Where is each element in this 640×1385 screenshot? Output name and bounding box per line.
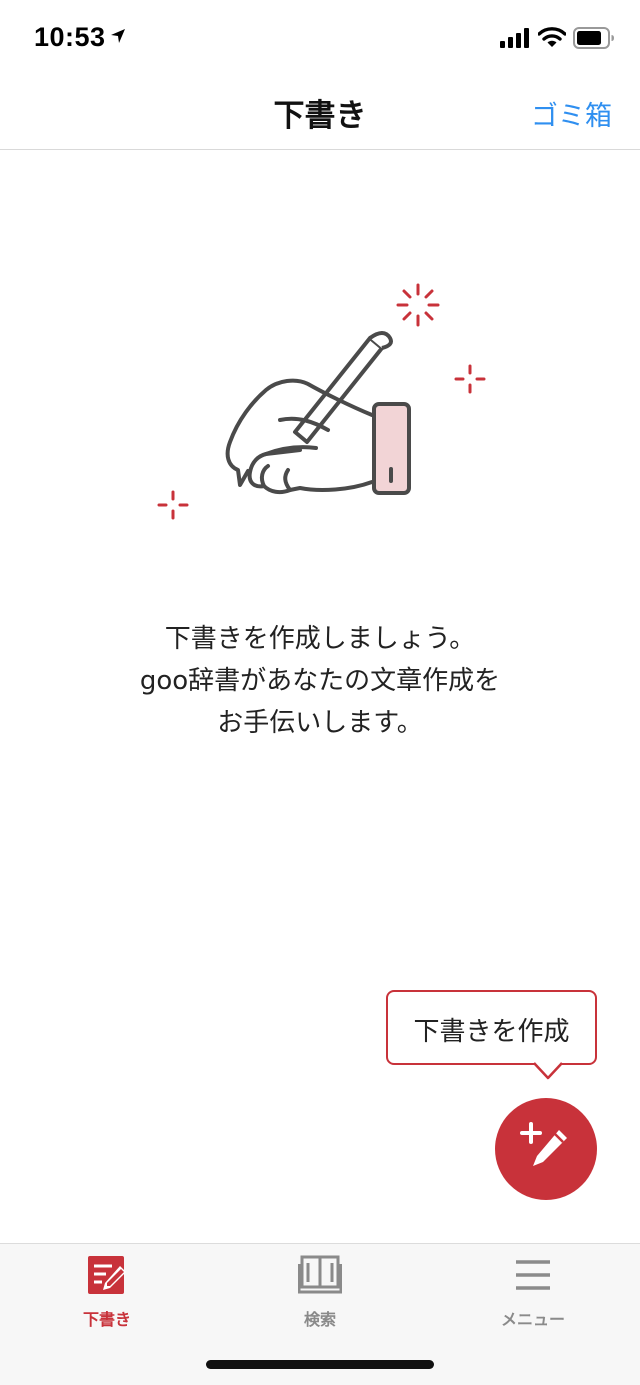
tab-search[interactable]: 検索 (260, 1254, 380, 1344)
draft-note-icon (47, 1254, 167, 1300)
drafts-screen: 10:53 下書き ゴミ箱 下書きを作成しましょう。 goo辞書があなたの文章作… (0, 0, 640, 1385)
tab-label: 検索 (303, 1310, 336, 1329)
tab-label: メニュー (500, 1310, 565, 1329)
tooltip-tail (534, 1062, 562, 1080)
cellular-signal-icon (500, 28, 530, 52)
nav-bar: 下書き ゴミ箱 (0, 80, 640, 150)
status-time: 10:53 (34, 22, 106, 52)
trash-button[interactable]: ゴミ箱 (531, 94, 612, 133)
home-indicator[interactable] (206, 1360, 434, 1369)
status-bar: 10:53 (0, 0, 640, 80)
empty-state-message: 下書きを作成しましょう。 goo辞書があなたの文章作成を お手伝いします。 (0, 618, 640, 744)
hand-writing-with-pen-icon (150, 270, 500, 534)
empty-state-line: 下書きを作成しましょう。 (164, 624, 476, 654)
dictionary-book-icon (260, 1254, 380, 1300)
tab-drafts[interactable]: 下書き (47, 1254, 167, 1344)
wifi-icon (537, 26, 567, 52)
tab-menu[interactable]: メニュー (473, 1254, 593, 1344)
create-draft-button[interactable] (495, 1098, 597, 1200)
tooltip-text: 下書きを作成 (413, 1017, 570, 1047)
hamburger-menu-icon (473, 1254, 593, 1300)
create-draft-tooltip: 下書きを作成 (386, 990, 597, 1065)
battery-icon (573, 26, 615, 54)
empty-state-line: goo辞書があなたの文章作成を (139, 666, 501, 696)
location-arrow-icon (110, 28, 126, 48)
empty-state-line: お手伝いします。 (217, 708, 423, 738)
add-draft-pen-icon (517, 1120, 575, 1182)
tab-label: 下書き (82, 1310, 131, 1329)
